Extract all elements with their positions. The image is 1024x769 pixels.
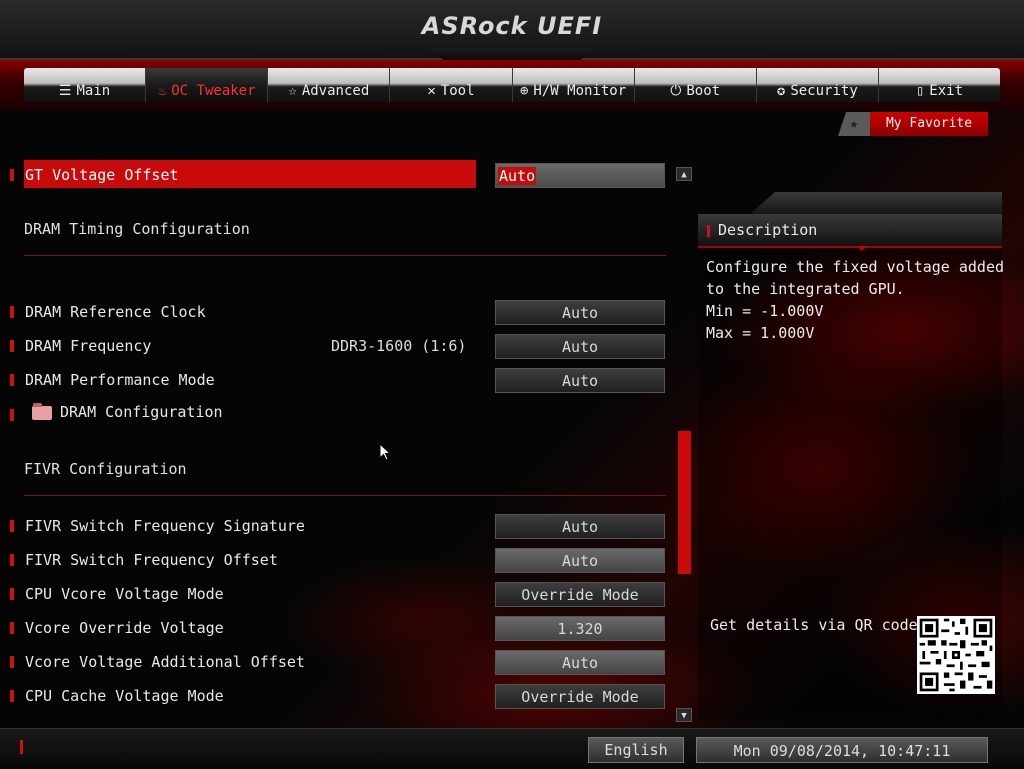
my-favorite-label: My Favorite bbox=[870, 112, 988, 136]
row-marker bbox=[10, 622, 14, 634]
tab-exit[interactable]: ▯ Exit bbox=[879, 68, 1000, 102]
row-marker bbox=[10, 656, 14, 668]
setting-vcore-voltage-additional-offset[interactable]: Vcore Voltage Additional Offset Auto bbox=[10, 650, 665, 675]
vcore-override-voltage-input[interactable]: 1.320 bbox=[495, 616, 665, 641]
section-dram-timing: DRAM Timing Configuration bbox=[24, 220, 250, 238]
star-icon: ★ bbox=[838, 112, 870, 136]
monitor-icon: ⊕ bbox=[519, 83, 529, 99]
power-icon: ⏻ bbox=[670, 83, 682, 99]
list-icon: ☰ bbox=[58, 83, 72, 99]
gt-voltage-offset-input[interactable]: Auto bbox=[495, 163, 665, 188]
setting-label: FIVR Switch Frequency Signature bbox=[25, 517, 305, 535]
fivr-switch-frequency-offset-input[interactable]: Auto bbox=[495, 548, 665, 573]
submenu-dram-configuration[interactable]: DRAM Configuration bbox=[10, 400, 665, 424]
section-fivr: FIVR Configuration bbox=[24, 460, 187, 478]
scrollbar-thumb[interactable] bbox=[678, 431, 691, 574]
tools-icon: ✕ bbox=[427, 83, 436, 99]
row-marker bbox=[10, 374, 14, 386]
row-marker bbox=[10, 690, 14, 702]
datetime-display: Mon 09/08/2014, 10:47:11 bbox=[696, 737, 988, 763]
brand-notch bbox=[430, 48, 594, 60]
description-title: Description bbox=[718, 221, 818, 239]
input-value: Auto bbox=[498, 167, 537, 185]
row-marker bbox=[10, 340, 14, 352]
my-favorite-button[interactable]: ★ My Favorite bbox=[838, 112, 988, 136]
setting-fivr-switch-frequency-signature[interactable]: FIVR Switch Frequency Signature Auto bbox=[10, 514, 665, 539]
description-line: Max = 1.000V bbox=[706, 324, 815, 342]
description-panel-cap bbox=[750, 192, 1002, 214]
setting-label: DRAM Reference Clock bbox=[25, 303, 206, 321]
row-marker bbox=[10, 169, 14, 181]
tab-oc-tweaker[interactable]: ♨ OC Tweaker bbox=[146, 68, 269, 102]
tab-label: Exit bbox=[929, 83, 964, 99]
setting-label: GT Voltage Offset bbox=[25, 166, 179, 184]
mouse-pointer-icon bbox=[379, 442, 392, 466]
tab-label: Advanced bbox=[301, 83, 370, 99]
section-divider bbox=[24, 495, 666, 496]
star-icon: ☆ bbox=[288, 83, 297, 99]
top-nav: ☰ Main ♨ OC Tweaker ☆ Advanced ✕ Tool ⊕ … bbox=[24, 68, 1000, 102]
setting-vcore-override-voltage[interactable]: Vcore Override Voltage 1.320 bbox=[10, 616, 665, 641]
tab-tool[interactable]: ✕ Tool bbox=[390, 68, 513, 102]
scroll-down-arrow-icon[interactable]: ▼ bbox=[676, 708, 692, 722]
dram-frequency-select[interactable]: Auto bbox=[495, 334, 665, 359]
setting-label: Vcore Override Voltage bbox=[25, 619, 224, 637]
setting-label: DRAM Performance Mode bbox=[25, 371, 215, 389]
footer-marker bbox=[20, 740, 23, 754]
row-marker bbox=[10, 409, 14, 421]
brand-logo: ASRock UEFI bbox=[421, 12, 603, 40]
setting-label: CPU Vcore Voltage Mode bbox=[25, 585, 224, 603]
dram-frequency-info: DDR3-1600 (1:6) bbox=[331, 337, 467, 355]
tab-label: Boot bbox=[686, 83, 721, 99]
tab-label: H/W Monitor bbox=[533, 83, 627, 99]
cpu-vcore-voltage-mode-select[interactable]: Override Mode bbox=[495, 582, 665, 607]
vcore-voltage-additional-offset-input[interactable]: Auto bbox=[495, 650, 665, 675]
setting-dram-performance-mode[interactable]: DRAM Performance Mode Auto bbox=[10, 368, 665, 393]
setting-cpu-cache-voltage-mode[interactable]: CPU Cache Voltage Mode Override Mode bbox=[10, 684, 665, 709]
tab-boot[interactable]: ⏻ Boot bbox=[635, 68, 757, 102]
tab-security[interactable]: ✪ Security bbox=[757, 68, 879, 102]
tab-label: Security bbox=[790, 83, 858, 99]
qr-caption: Get details via QR code bbox=[710, 616, 918, 634]
fivr-switch-frequency-signature-select[interactable]: Auto bbox=[495, 514, 665, 539]
row-marker bbox=[10, 520, 14, 532]
scroll-up-arrow-icon[interactable]: ▲ bbox=[676, 167, 692, 181]
tab-label: OC Tweaker bbox=[171, 83, 256, 99]
description-line: Configure the fixed voltage added bbox=[706, 258, 1005, 276]
row-marker bbox=[10, 306, 14, 318]
description-line: Min = -1.000V bbox=[706, 302, 824, 320]
setting-label: CPU Cache Voltage Mode bbox=[25, 687, 224, 705]
setting-dram-frequency[interactable]: DRAM Frequency DDR3-1600 (1:6) Auto bbox=[10, 334, 665, 359]
row-marker bbox=[10, 554, 14, 566]
tab-label: Main bbox=[76, 83, 111, 99]
row-marker bbox=[10, 588, 14, 600]
dram-performance-mode-select[interactable]: Auto bbox=[495, 368, 665, 393]
setting-label: DRAM Frequency bbox=[25, 337, 152, 355]
language-button[interactable]: English bbox=[588, 737, 684, 763]
setting-label: FIVR Switch Frequency Offset bbox=[25, 551, 278, 569]
tab-hw-monitor[interactable]: ⊕ H/W Monitor bbox=[513, 68, 635, 102]
description-text: Configure the fixed voltage added to the… bbox=[706, 256, 1005, 344]
setting-fivr-switch-frequency-offset[interactable]: FIVR Switch Frequency Offset Auto bbox=[10, 548, 665, 573]
setting-cpu-vcore-voltage-mode[interactable]: CPU Vcore Voltage Mode Override Mode bbox=[10, 582, 665, 607]
cpu-cache-voltage-mode-select[interactable]: Override Mode bbox=[495, 684, 665, 709]
dram-reference-clock-select[interactable]: Auto bbox=[495, 300, 665, 325]
folder-icon bbox=[32, 402, 52, 420]
description-line: to the integrated GPU. bbox=[706, 280, 905, 298]
section-divider bbox=[24, 255, 666, 256]
setting-dram-reference-clock[interactable]: DRAM Reference Clock Auto bbox=[10, 300, 665, 325]
tab-label: Tool bbox=[440, 83, 475, 99]
qr-code-icon bbox=[917, 616, 995, 694]
tab-main[interactable]: ☰ Main bbox=[24, 68, 147, 102]
door-icon: ▯ bbox=[915, 83, 925, 99]
shield-icon: ✪ bbox=[776, 83, 786, 99]
tab-advanced[interactable]: ☆ Advanced bbox=[268, 68, 391, 102]
setting-gt-voltage-offset[interactable]: GT Voltage Offset Auto bbox=[10, 160, 665, 188]
header-marker bbox=[707, 224, 710, 237]
flame-icon: ♨ bbox=[157, 83, 167, 99]
description-header: Description bbox=[698, 214, 1002, 248]
setting-label: Vcore Voltage Additional Offset bbox=[25, 653, 305, 671]
submenu-label: DRAM Configuration bbox=[60, 403, 223, 421]
